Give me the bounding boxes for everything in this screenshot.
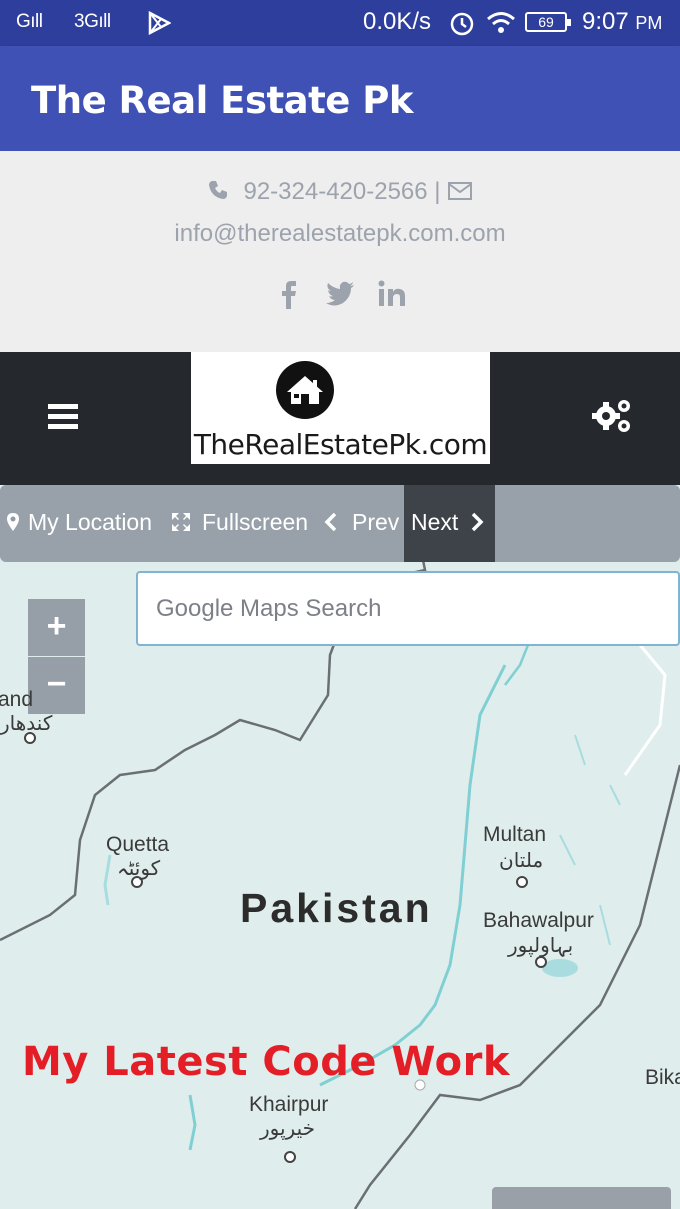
city-khairpur-urdu: خیرپور (260, 1116, 315, 1140)
zoom-out-button[interactable]: − (28, 657, 85, 714)
network-speed: 0.0K/s (363, 8, 432, 35)
phone-number[interactable]: 92-324-420-2566 (243, 178, 427, 205)
app-title: The Real Estate Pk (31, 79, 414, 122)
prev-label: Prev (352, 509, 400, 535)
app-bar: The Real Estate Pk (0, 46, 680, 151)
battery-level: 69 (538, 14, 554, 30)
chevron-right-icon (472, 512, 484, 532)
next-button[interactable]: Next (411, 509, 484, 536)
city-quetta: Quetta (106, 833, 170, 856)
overlay-caption: My Latest Code Work (22, 1039, 510, 1085)
facebook-icon[interactable] (272, 275, 304, 313)
city-kandahar: and (0, 688, 34, 711)
wifi-icon (487, 12, 515, 33)
map-marker-icon (7, 513, 19, 531)
play-store-icon (148, 11, 171, 35)
my-location-button[interactable]: My Location (6, 509, 152, 536)
city-khairpur: Khairpur (249, 1093, 329, 1116)
fullscreen-label: Fullscreen (202, 509, 309, 535)
city-multan-urdu: ملتان (499, 848, 544, 872)
map-search-input[interactable] (138, 573, 678, 644)
city-bikaner: Bika (645, 1066, 680, 1089)
clock-suffix: PM (635, 13, 663, 33)
phone-icon (208, 181, 227, 199)
city-kandahar-urdu: کندھار (0, 711, 53, 735)
phone-line: 92-324-420-2566 | (0, 178, 680, 206)
map-toolbar: My Location Fullscreen Prev Next (0, 485, 680, 562)
twitter-icon[interactable] (324, 275, 356, 313)
envelope-icon (448, 182, 473, 200)
city-bahawalpur: Bahawalpur (483, 909, 594, 932)
clock: 9:07 PM (582, 8, 662, 36)
contact-section: 92-324-420-2566 | info@therealestatepk.c… (0, 151, 680, 352)
status-bar: Gıll 3Gıll 0.0K/s 69 9:07 PM (0, 0, 680, 46)
linkedin-icon[interactable] (376, 275, 408, 313)
signal-1-icon: Gıll (16, 11, 43, 32)
map-view[interactable]: My Location Fullscreen Prev Next + − and… (0, 485, 680, 1209)
map-search-box (136, 571, 680, 646)
zoom-in-button[interactable]: + (28, 599, 85, 656)
country-label: Pakistan (240, 885, 433, 931)
nav-bar: TheRealEstatePk.com (0, 352, 680, 485)
contact-separator: | (434, 178, 441, 205)
city-bahawalpur-urdu: بہاولپور (508, 933, 574, 957)
my-location-label: My Location (28, 509, 153, 535)
house-logo-icon (276, 361, 334, 419)
city-quetta-urdu: کوئٹہ (117, 856, 161, 880)
clock-time: 9:07 (582, 8, 629, 35)
city-multan: Multan (483, 823, 547, 846)
chevron-left-icon (324, 512, 337, 532)
battery-icon: 69 (525, 12, 571, 32)
social-links (0, 275, 680, 313)
next-label: Next (411, 509, 459, 535)
hamburger-icon[interactable] (48, 404, 78, 432)
expand-icon (172, 513, 190, 531)
fullscreen-button[interactable]: Fullscreen (170, 509, 308, 536)
signal-2-icon: 3Gıll (74, 11, 111, 32)
alarm-icon (450, 12, 474, 36)
site-logo[interactable]: TheRealEstatePk.com (191, 352, 490, 464)
prev-button[interactable]: Prev (324, 509, 399, 536)
logo-text: TheRealEstatePk.com (193, 428, 488, 461)
map-bottom-control[interactable] (492, 1187, 671, 1209)
email-link[interactable]: info@therealestatepk.com.com (0, 220, 680, 248)
gears-icon[interactable] (592, 396, 634, 434)
